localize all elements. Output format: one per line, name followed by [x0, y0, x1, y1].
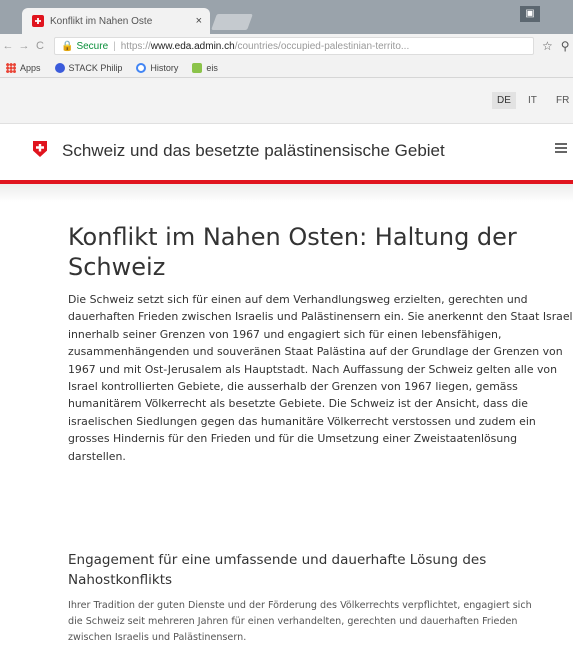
bookmark-label: eis	[206, 62, 218, 73]
tab-title: Konflikt im Nahen Oste	[50, 15, 153, 27]
content-shadow	[0, 184, 573, 202]
stack-icon	[54, 62, 65, 73]
eis-icon	[192, 62, 203, 73]
window-control-button[interactable]: ▣	[520, 6, 540, 22]
reload-icon[interactable]: C	[32, 40, 48, 52]
hamburger-menu-icon[interactable]	[555, 143, 567, 153]
language-de[interactable]: DE	[492, 92, 516, 109]
language-it[interactable]: IT	[528, 95, 537, 106]
language-bar: DE IT FR	[0, 78, 573, 124]
browser-toolbar: ← → C 🔒 Secure | https:// www.eda.admin.…	[0, 34, 573, 58]
bookmark-label: STACK Philip	[68, 62, 123, 73]
section-heading: Engagement für eine umfassende und dauer…	[68, 552, 487, 588]
bookmark-stack-philip[interactable]: STACK Philip	[54, 62, 123, 73]
address-bar[interactable]: 🔒 Secure | https:// www.eda.admin.ch /co…	[54, 37, 534, 55]
browser-tab[interactable]: Konflikt im Nahen Oste ×	[22, 8, 210, 34]
new-tab-button[interactable]	[211, 14, 253, 30]
bookmark-history[interactable]: History	[136, 62, 179, 73]
bookmark-apps[interactable]: Apps	[6, 62, 41, 73]
lock-icon: 🔒	[61, 40, 74, 52]
swiss-flag-favicon-icon	[32, 15, 44, 27]
bookmark-star-icon[interactable]: ☆	[542, 39, 553, 53]
bookmarks-bar: Apps STACK Philip History eis	[0, 58, 573, 78]
bookmark-eis[interactable]: eis	[192, 62, 218, 73]
site-title[interactable]: Schweiz und das besetzte palästinensisch…	[62, 141, 445, 161]
url-host: www.eda.admin.ch	[150, 40, 235, 52]
language-fr[interactable]: FR	[556, 95, 569, 106]
tab-close-icon[interactable]: ×	[196, 15, 202, 27]
bookmark-label: History	[150, 62, 179, 73]
page-title: Konflikt im Nahen Osten: Haltung der Sch…	[68, 223, 517, 281]
zoom-icon[interactable]: ⚲	[561, 39, 570, 53]
section-text: Ihrer Tradition der guten Dienste und de…	[68, 600, 532, 643]
secure-label: Secure	[76, 40, 109, 52]
bookmark-label: Apps	[20, 62, 41, 73]
article-intro: Die Schweiz setzt sich für einen auf dem…	[68, 293, 573, 463]
url-path: /countries/occupied-palestinian-territo.…	[234, 40, 410, 52]
apps-grid-icon	[6, 62, 16, 73]
history-icon	[136, 62, 147, 73]
swiss-coat-of-arms-icon[interactable]	[33, 141, 47, 157]
address-separator: |	[113, 40, 116, 52]
url-scheme: https://	[120, 40, 151, 52]
browser-tab-strip: Konflikt im Nahen Oste × ▣	[0, 0, 573, 34]
back-arrow-icon[interactable]: ←	[0, 40, 16, 52]
forward-arrow-icon[interactable]: →	[16, 40, 32, 52]
site-header: Schweiz und das besetzte palästinensisch…	[0, 124, 573, 184]
